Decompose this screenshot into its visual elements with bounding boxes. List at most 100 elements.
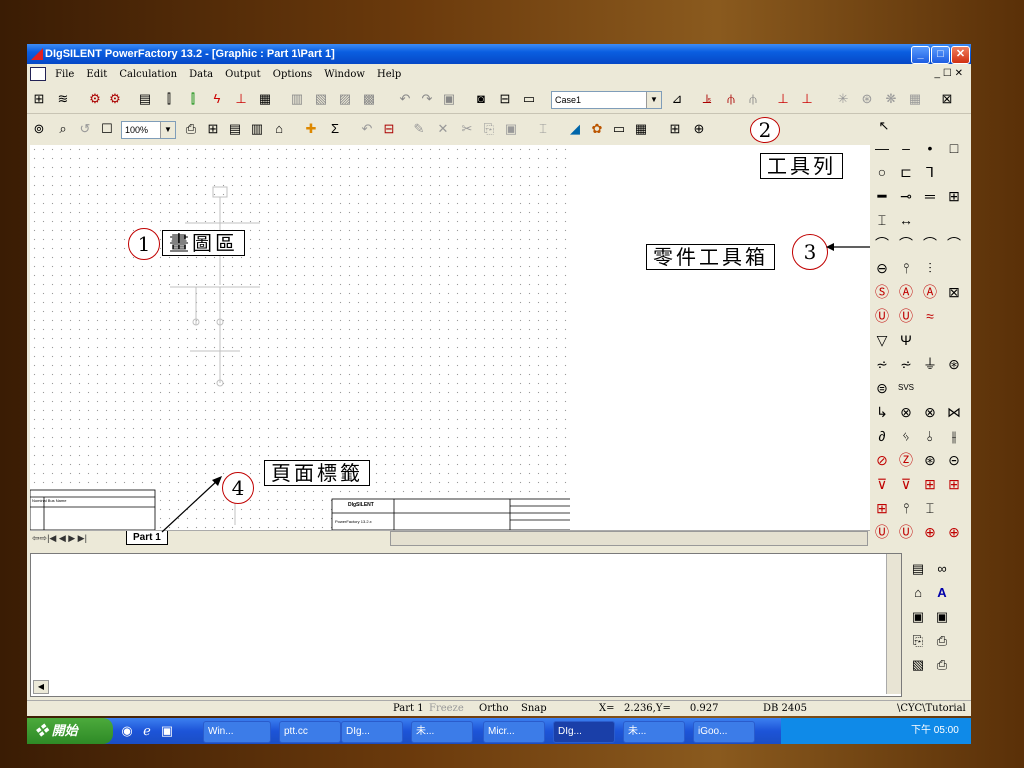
clock[interactable]: 下午 05:00 bbox=[911, 725, 959, 736]
corner-icon[interactable]: ⅂ bbox=[920, 162, 940, 182]
dc-load-icon[interactable]: ⊕ bbox=[944, 522, 964, 542]
menu-file[interactable]: File bbox=[55, 69, 74, 80]
tower-icon[interactable]: ⫿ bbox=[161, 91, 177, 107]
save-as-icon[interactable]: ▣ bbox=[934, 609, 950, 625]
cap2-icon[interactable]: ⫲ bbox=[944, 426, 964, 446]
task-5[interactable]: Micr... bbox=[483, 721, 545, 743]
ac-source-icon[interactable]: ≈ bbox=[920, 306, 940, 326]
relay3-icon[interactable]: ⫛ bbox=[745, 91, 761, 107]
chevron-down-icon[interactable]: ▼ bbox=[646, 92, 661, 108]
minimize-button[interactable]: _ bbox=[911, 46, 930, 64]
menu-help[interactable]: Help bbox=[377, 69, 401, 80]
cut-icon[interactable]: ✂ bbox=[459, 121, 475, 137]
output-open-icon[interactable]: ⌂ bbox=[910, 585, 926, 601]
task-1[interactable]: Win... bbox=[203, 721, 271, 743]
output-copy-icon[interactable]: ⎘ bbox=[910, 633, 926, 649]
quicklaunch-ie-icon[interactable]: ℯ bbox=[139, 723, 155, 739]
horizontal-scrollbar[interactable] bbox=[390, 531, 868, 546]
rectangle-icon[interactable]: □ bbox=[944, 138, 964, 158]
relay-icon[interactable]: ⊥ bbox=[233, 91, 249, 107]
status-ortho[interactable]: Ortho bbox=[479, 701, 508, 716]
short-circuit-icon[interactable]: ⫡ bbox=[699, 91, 715, 107]
double-bus-icon[interactable]: ═ bbox=[920, 186, 940, 206]
canvas-blank-area[interactable] bbox=[570, 145, 870, 530]
status-freeze[interactable]: Freeze bbox=[429, 701, 464, 716]
title-icon[interactable]: ▥ bbox=[249, 121, 265, 137]
title-bar[interactable]: DIgSILENT PowerFactory 13.2 - [Graphic :… bbox=[27, 44, 971, 64]
gear2-icon[interactable]: ⚙ bbox=[107, 91, 123, 107]
sum-icon[interactable]: Σ bbox=[327, 121, 343, 137]
rectifier-icon[interactable]: ⊽ bbox=[872, 474, 892, 494]
circle-icon[interactable]: ○ bbox=[872, 162, 892, 182]
dc-source-icon[interactable]: Ⓤ bbox=[872, 522, 892, 542]
close-button[interactable]: ✕ bbox=[951, 46, 970, 64]
save-icon[interactable]: ▣ bbox=[910, 609, 926, 625]
current-source-icon[interactable]: Ⓤ bbox=[896, 306, 916, 326]
line2-icon[interactable]: ⌒ bbox=[896, 234, 916, 254]
transformer2-icon[interactable]: ⩫ bbox=[896, 354, 916, 374]
task-6[interactable]: DIg... bbox=[553, 721, 615, 743]
delete-icon[interactable]: ✕ bbox=[435, 121, 451, 137]
zoom-all-icon[interactable]: ☐ bbox=[99, 121, 115, 137]
status-snap[interactable]: Snap bbox=[521, 701, 547, 716]
line-element-icon[interactable]: ⌒ bbox=[872, 234, 892, 254]
modal-icon[interactable]: ▦ bbox=[907, 91, 923, 107]
panel-icon[interactable]: ▥ bbox=[289, 91, 305, 107]
switch-icon[interactable]: ⊖ bbox=[872, 258, 892, 278]
sync-machine-icon[interactable]: Ⓢ bbox=[872, 282, 892, 302]
mdi-controls[interactable]: _ ☐ ✕ bbox=[935, 64, 963, 84]
font-icon[interactable]: A bbox=[934, 585, 950, 601]
fuse-icon[interactable]: ⫶ bbox=[920, 258, 940, 278]
transformer-icon[interactable]: ⩫ bbox=[872, 354, 892, 374]
table-icon[interactable]: ⊟ bbox=[497, 91, 513, 107]
undo-icon[interactable]: ↶ bbox=[397, 91, 413, 107]
zoom-chevron-down-icon[interactable]: ▼ bbox=[160, 122, 175, 138]
line3-icon[interactable]: ⌒ bbox=[920, 234, 940, 254]
tower-green-icon[interactable]: ⫿ bbox=[185, 91, 201, 107]
vt-icon[interactable]: ⊝ bbox=[944, 450, 964, 470]
relay2-icon[interactable]: ⫛ bbox=[723, 91, 739, 107]
output-doc-icon[interactable]: ▤ bbox=[910, 561, 926, 577]
capacitor-icon[interactable]: ⫰ bbox=[920, 426, 940, 446]
menu-options[interactable]: Options bbox=[273, 69, 312, 80]
dc-link-icon[interactable]: ⫯ bbox=[896, 498, 916, 518]
zoom-select[interactable]: 100% ▼ bbox=[121, 121, 176, 139]
dc-current-icon[interactable]: Ⓤ bbox=[896, 522, 916, 542]
dot-icon[interactable]: • bbox=[920, 138, 940, 158]
task-7[interactable]: 未... bbox=[623, 721, 685, 743]
harmonic-icon[interactable]: ✳ bbox=[835, 91, 851, 107]
grid-icon[interactable]: ⊞ bbox=[31, 91, 47, 107]
page-nav-arrows[interactable]: ⇦⇨|◀ ◀ ▶ ▶| bbox=[32, 531, 87, 545]
load-icon[interactable]: ▽ bbox=[872, 330, 892, 350]
zoom-back-icon[interactable]: ↺ bbox=[77, 121, 93, 137]
pointer-icon[interactable]: ↖ bbox=[876, 118, 892, 134]
quicklaunch-desktop-icon[interactable]: ▣ bbox=[159, 723, 175, 739]
align-icon[interactable]: ⊟ bbox=[381, 121, 397, 137]
menu-data[interactable]: Data bbox=[189, 69, 213, 80]
line-icon[interactable]: — bbox=[872, 138, 892, 158]
chart-icon[interactable]: ▨ bbox=[337, 91, 353, 107]
doc-icon[interactable]: ▤ bbox=[137, 91, 153, 107]
series-cap-icon[interactable]: ⋈ bbox=[944, 402, 964, 422]
booster-icon[interactable]: ⊜ bbox=[872, 378, 892, 398]
open-icon[interactable]: ⌂ bbox=[271, 121, 287, 137]
camera-icon[interactable]: ◙ bbox=[473, 91, 489, 107]
output-report-icon[interactable]: ▧ bbox=[910, 657, 926, 673]
three-winding-icon[interactable]: ⊛ bbox=[944, 354, 964, 374]
calc-icon[interactable]: ▦ bbox=[257, 91, 273, 107]
zoom-icon[interactable]: ⌕ bbox=[55, 121, 71, 137]
text-cursor-icon[interactable]: ⌶ bbox=[535, 121, 551, 137]
task-3[interactable]: DIg... bbox=[341, 721, 403, 743]
motor-driven-icon[interactable]: ⊛ bbox=[920, 450, 940, 470]
busbar-icon[interactable]: ━ bbox=[872, 186, 892, 206]
copy-icon[interactable]: ⎘ bbox=[481, 121, 497, 137]
report-icon[interactable]: ▧ bbox=[313, 91, 329, 107]
case-select[interactable]: Case1 ▼ bbox=[551, 91, 662, 109]
stability-icon[interactable]: ❋ bbox=[883, 91, 899, 107]
dash-icon[interactable]: – bbox=[896, 138, 916, 158]
graphic-icon[interactable]: ⊞ bbox=[667, 121, 683, 137]
binoculars-icon[interactable]: ∞ bbox=[934, 561, 950, 577]
doubly-fed-icon[interactable]: Ⓐ bbox=[920, 282, 940, 302]
layers-icon[interactable]: ⊞ bbox=[205, 121, 221, 137]
reliability-icon[interactable]: ⊠ bbox=[939, 91, 955, 107]
